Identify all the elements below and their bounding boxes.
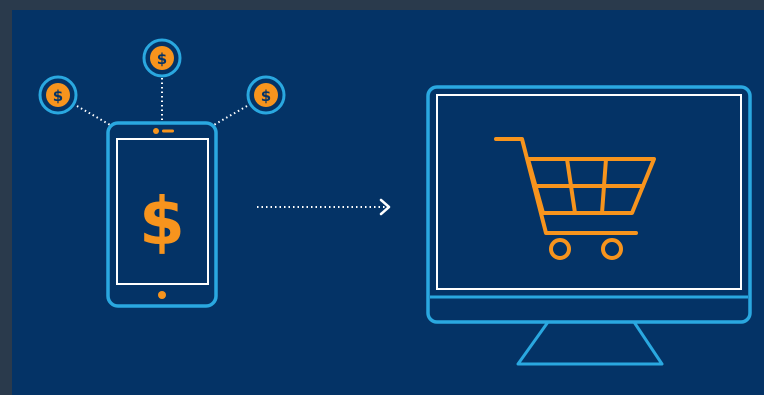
coin-top-symbol: $ — [157, 50, 167, 68]
smartphone-icon: $ — [106, 121, 218, 308]
coin-connector-lines — [76, 78, 248, 127]
coin-right-symbol: $ — [261, 87, 271, 105]
dotted-arrow-icon — [257, 198, 391, 216]
dollar-coin-icon: $ — [38, 75, 78, 115]
coin-left-symbol: $ — [53, 87, 63, 105]
desktop-monitor-icon — [426, 85, 752, 366]
dollar-coin-icon: $ — [142, 38, 182, 78]
phone-screen-dollar: $ — [139, 183, 185, 260]
dollar-coin-icon: $ — [246, 75, 286, 115]
illustration-scene: $ $ $ $ — [38, 38, 752, 366]
